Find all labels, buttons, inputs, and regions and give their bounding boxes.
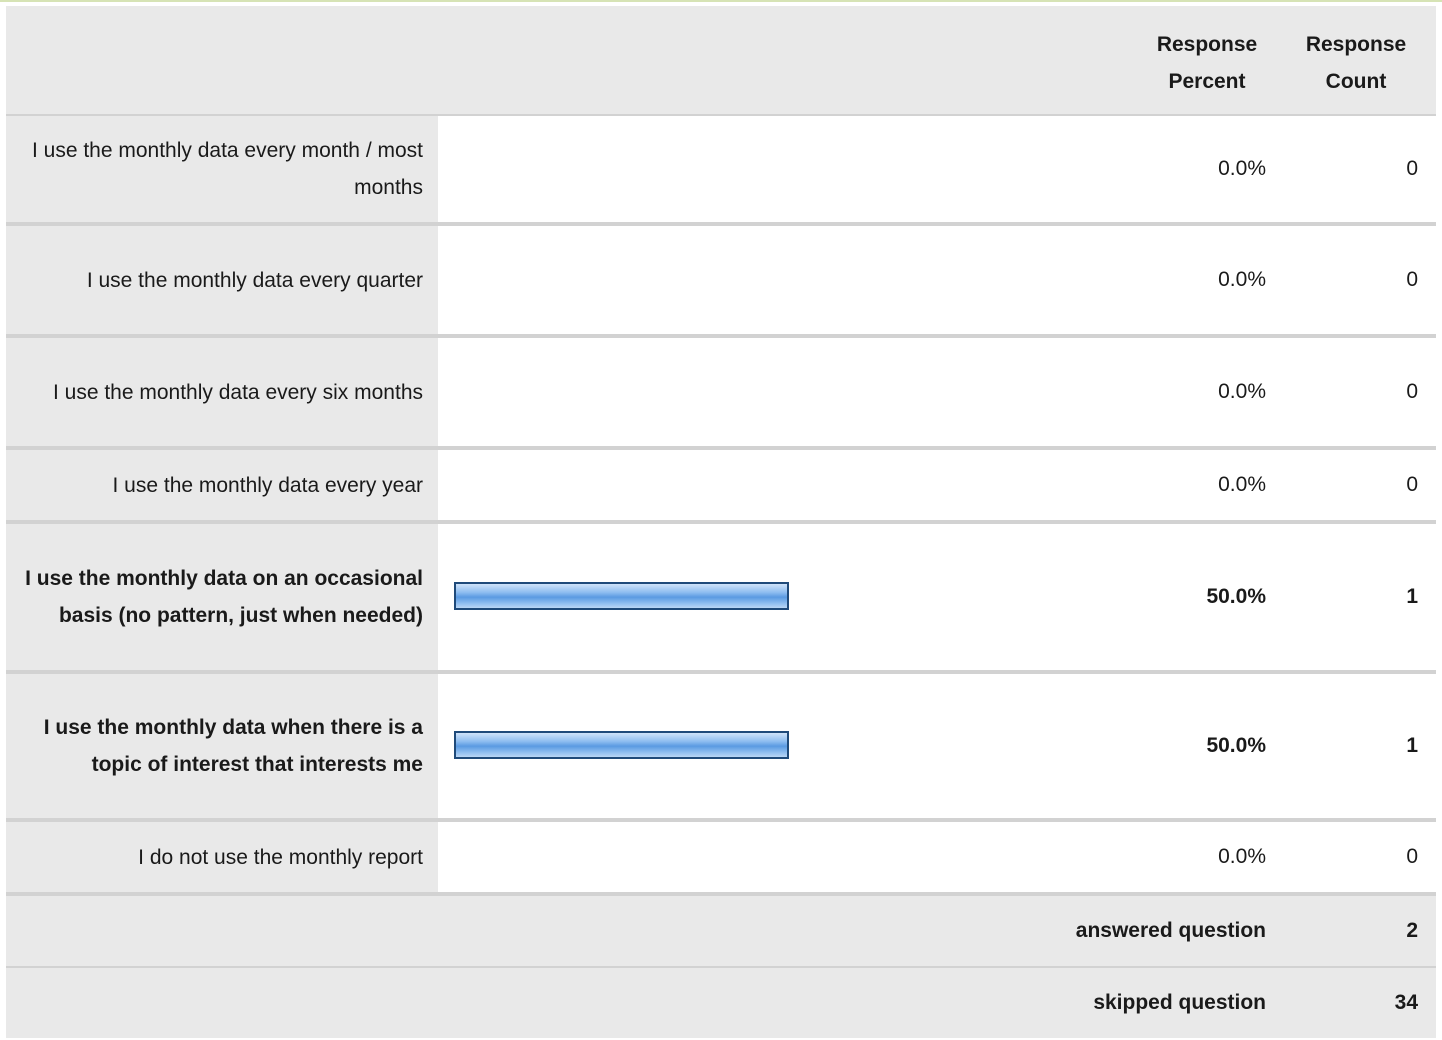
response-percent: 0.0% — [1218, 380, 1266, 403]
answered-question-row: answered question 2 — [6, 896, 1436, 968]
response-percent: 50.0% — [1206, 585, 1266, 608]
answer-label: I use the monthly data every quarter — [6, 226, 438, 334]
response-percent: 0.0% — [1218, 268, 1266, 291]
answered-question-count: 2 — [1406, 919, 1418, 942]
answer-label: I use the monthly data on an occasional … — [6, 524, 438, 670]
skipped-question-label: skipped question — [1093, 991, 1266, 1014]
answer-label-text: I use the monthly data on an occasional … — [25, 567, 423, 627]
skipped-question-row: skipped question 34 — [6, 968, 1436, 1038]
answer-row: I use the monthly data every six months 0… — [6, 338, 1436, 450]
answer-label-text: I do not use the monthly report — [138, 845, 423, 869]
answer-label-text: I use the monthly data every month / mos… — [31, 139, 423, 199]
response-count: 0 — [1406, 268, 1418, 291]
response-count: 0 — [1406, 380, 1418, 403]
response-count: 1 — [1406, 734, 1418, 757]
answer-label-text: I use the monthly data when there is a t… — [43, 716, 423, 776]
header-response-percent: Response Percent — [1156, 33, 1258, 93]
answer-label-text: I use the monthly data every six months — [52, 380, 423, 404]
answer-label-text: I use the monthly data every year — [112, 473, 424, 497]
answer-rows: I use the monthly data every month / mos… — [6, 116, 1436, 896]
response-count: 0 — [1406, 157, 1418, 180]
bar — [454, 731, 789, 759]
answered-question-label: answered question — [1075, 919, 1266, 942]
response-percent: 0.0% — [1218, 157, 1266, 180]
answer-row: I use the monthly data every month / mos… — [6, 116, 1436, 226]
header-response-count: Response Count — [1305, 33, 1407, 93]
response-percent: 0.0% — [1218, 473, 1266, 496]
answer-row: I use the monthly data when there is a t… — [6, 674, 1436, 822]
answer-label: I use the monthly data when there is a t… — [6, 674, 438, 818]
response-count: 1 — [1406, 585, 1418, 608]
response-count: 0 — [1406, 845, 1418, 868]
answer-label: I do not use the monthly report — [6, 822, 438, 892]
bar-track — [454, 582, 1124, 612]
table-header: Response Percent Response Count — [6, 6, 1436, 116]
answer-row: I use the monthly data every quarter 0.0%… — [6, 226, 1436, 338]
answer-row: I use the monthly data on an occasional … — [6, 524, 1436, 674]
response-count: 0 — [1406, 473, 1418, 496]
response-percent: 0.0% — [1218, 845, 1266, 868]
bar-track — [454, 731, 1124, 761]
response-percent: 50.0% — [1206, 734, 1266, 757]
answer-row: I do not use the monthly report 0.0% 0 — [6, 822, 1436, 896]
answer-label-text: I use the monthly data every quarter — [86, 268, 423, 292]
answer-label: I use the monthly data every six months — [6, 338, 438, 446]
survey-results-table: Response Percent Response Count I use th… — [6, 6, 1436, 1038]
skipped-question-count: 34 — [1394, 991, 1418, 1014]
bar — [454, 582, 789, 610]
answer-label: I use the monthly data every year — [6, 450, 438, 520]
answer-row: I use the monthly data every year 0.0% 0 — [6, 450, 1436, 524]
answer-label: I use the monthly data every month / mos… — [6, 116, 438, 222]
